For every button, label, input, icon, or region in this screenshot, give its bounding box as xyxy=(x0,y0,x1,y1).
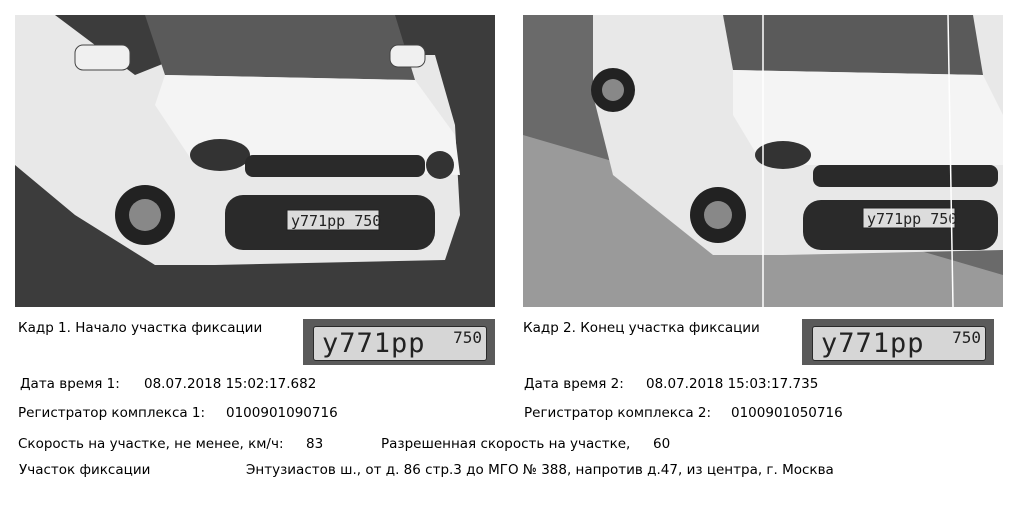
speed-value: 83 xyxy=(306,436,324,452)
license-plate-2: у771рр 750 xyxy=(812,326,986,361)
frame-2-photo: у771рр 750 xyxy=(523,15,1003,307)
frame-1-photo: у771рр 750 xyxy=(15,15,495,307)
plate-text-2: у771рр 750 xyxy=(867,210,957,228)
registrar-1-value: 0100901090716 xyxy=(226,405,338,421)
plate-region-1: 750 xyxy=(453,328,482,347)
license-plate-1: у771рр 750 xyxy=(313,326,487,361)
datetime-1-value: 08.07.2018 15:02:17.682 xyxy=(144,376,317,392)
section-label: Участок фиксации xyxy=(19,462,151,478)
datetime-1-label: Дата время 1: xyxy=(20,376,120,392)
plate-crop-1: у771рр 750 xyxy=(303,319,495,365)
plate-number-1: у771рр xyxy=(322,328,426,359)
car-image-2: у771рр 750 xyxy=(523,15,1003,307)
datetime-2-label: Дата время 2: xyxy=(524,376,624,392)
plate-crop-2: у771рр 750 xyxy=(802,319,994,365)
section-value: Энтузиастов ш., от д. 86 стр.3 до МГО № … xyxy=(246,462,834,478)
allowed-speed-value: 60 xyxy=(653,436,671,452)
frame-2-caption: Кадр 2. Конец участка фиксации xyxy=(523,320,760,336)
frame-1-caption: Кадр 1. Начало участка фиксации xyxy=(18,320,263,336)
plate-region-2: 750 xyxy=(952,328,981,347)
registrar-2-value: 0100901050716 xyxy=(731,405,843,421)
plate-text-1: у771рр 750 xyxy=(291,212,381,230)
speed-label: Скорость на участке, не менее, км/ч: xyxy=(18,436,284,452)
datetime-2-value: 08.07.2018 15:03:17.735 xyxy=(646,376,819,392)
plate-number-2: у771рр xyxy=(821,328,925,359)
allowed-speed-label: Разрешенная скорость на участке, xyxy=(381,436,631,452)
registrar-2-label: Регистратор комплекса 2: xyxy=(524,405,712,421)
registrar-1-label: Регистратор комплекса 1: xyxy=(18,405,206,421)
car-image-1: у771рр 750 xyxy=(15,15,495,307)
